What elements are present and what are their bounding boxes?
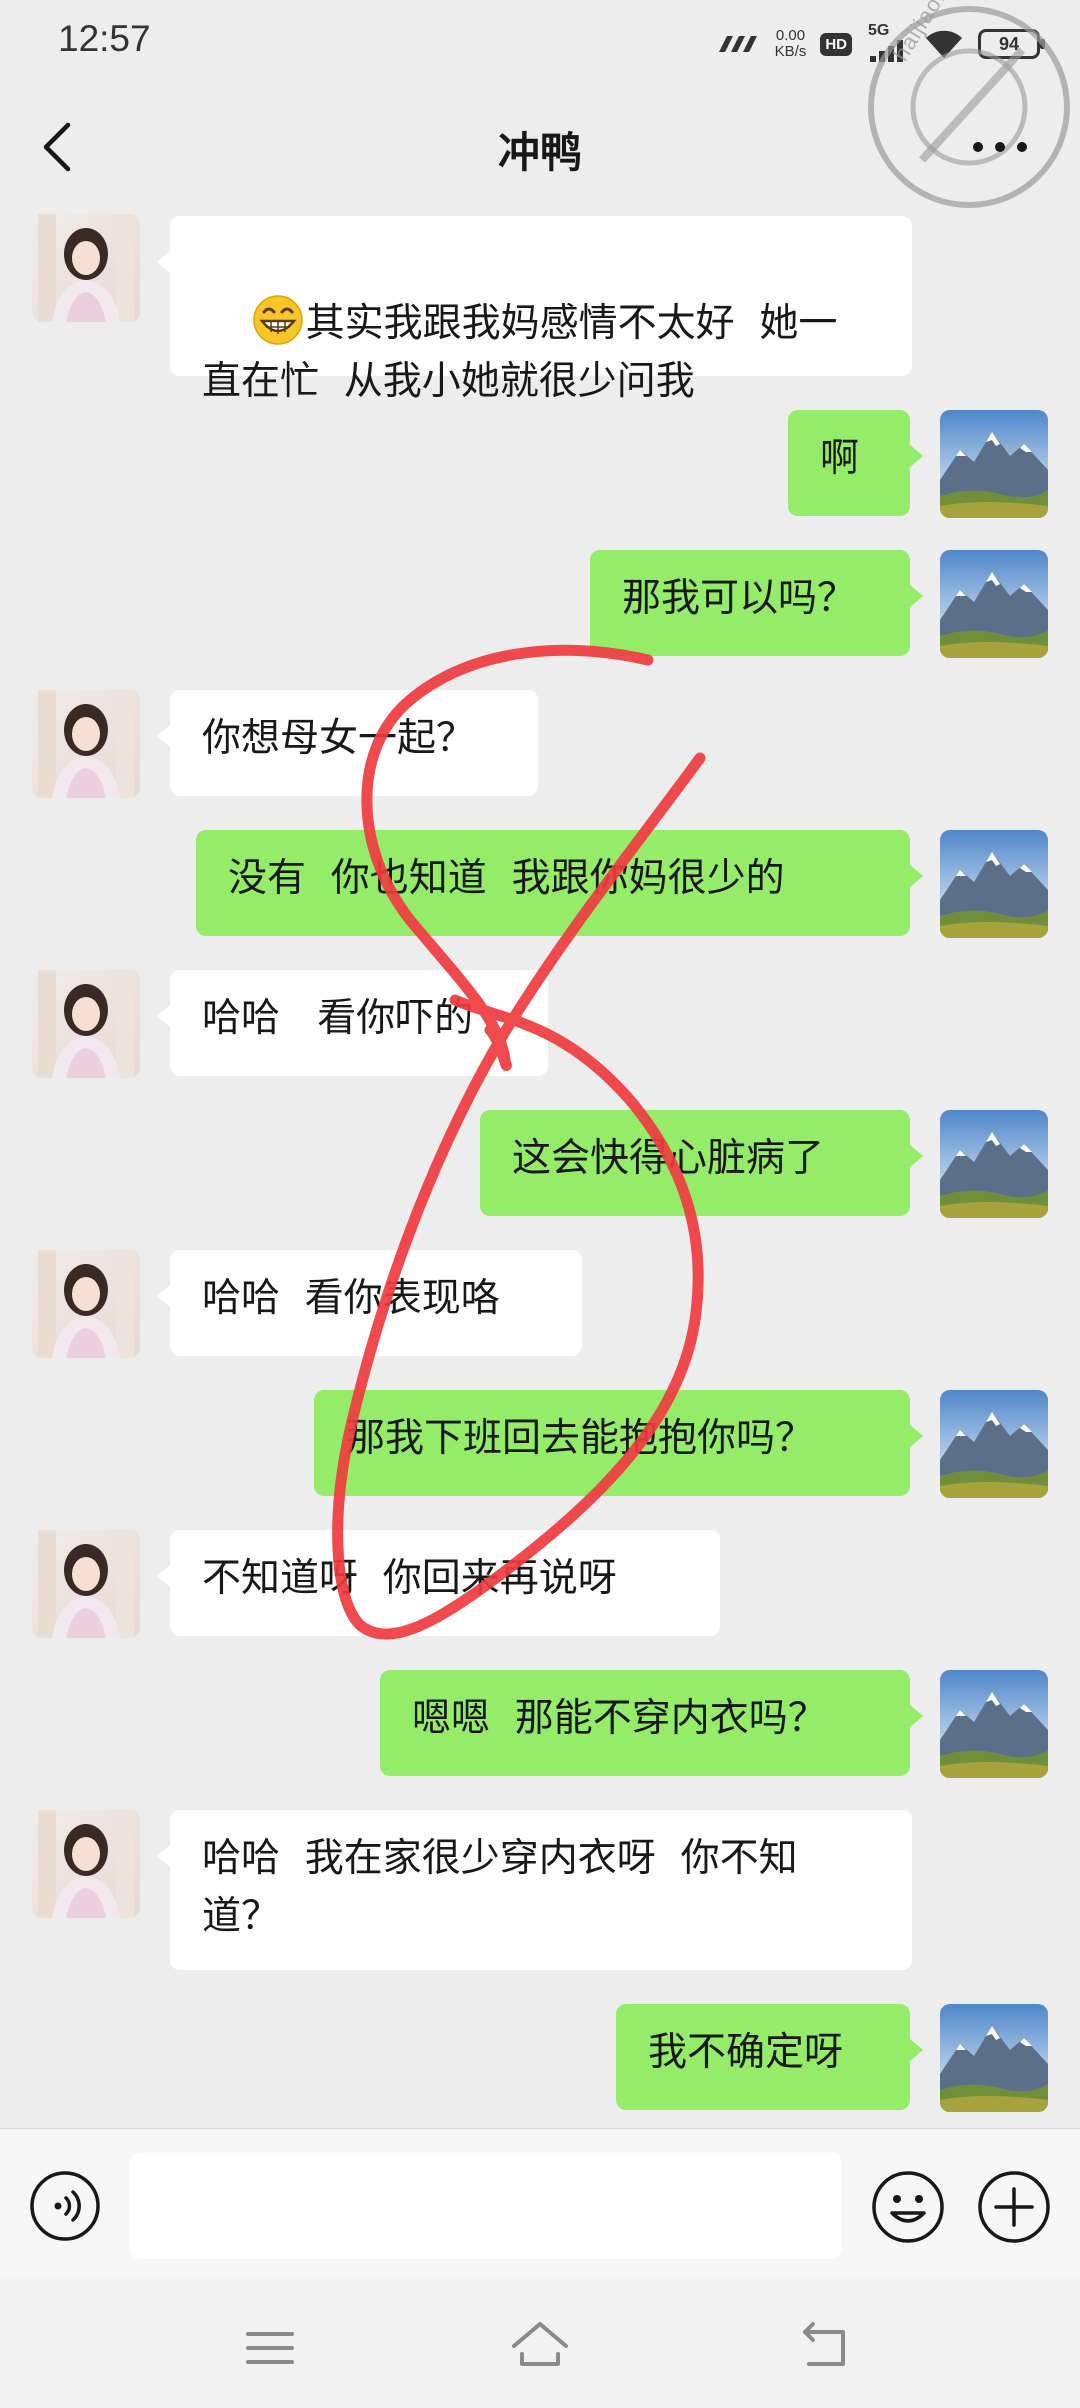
chat-header: 冲鸭 xyxy=(0,85,1080,213)
back-nav-icon[interactable] xyxy=(795,2314,855,2378)
network-speed-value: 0.00 xyxy=(775,27,806,44)
message-bubble-incoming[interactable]: 其实我跟我妈感情不太好 她一 直在忙 从我小她就很少问我 xyxy=(157,216,912,404)
contact-avatar[interactable] xyxy=(32,690,140,798)
message-text: 你想母女一起？ xyxy=(202,716,476,761)
my-avatar[interactable] xyxy=(940,830,1048,938)
contact-avatar[interactable] xyxy=(32,1530,140,1638)
contact-avatar[interactable] xyxy=(32,1250,140,1358)
status-icons: 0.00 KB/s HD 5G 94 xyxy=(717,22,1045,66)
voice-input-icon[interactable] xyxy=(28,2169,102,2243)
contact-avatar[interactable] xyxy=(32,1810,140,1918)
system-nav-bar xyxy=(0,2278,1080,2408)
input-bar xyxy=(0,2128,1080,2278)
message-bubble-outgoing[interactable]: 那我下班回去能抱抱你吗？ xyxy=(314,1390,923,1496)
home-icon[interactable] xyxy=(508,2314,572,2378)
message-text: 这会快得心脏病了 xyxy=(512,1136,825,1181)
message-text: 啊 xyxy=(820,436,860,481)
message-text: 哈哈 看你吓的 xyxy=(202,996,474,1041)
message-text: 哈哈 我在家很少穿内衣呀 你不知 道？ xyxy=(202,1836,798,1939)
message-bubble-outgoing[interactable]: 啊 xyxy=(788,410,923,516)
message-text: 嗯嗯 那能不穿内衣吗？ xyxy=(412,1696,827,1741)
signal-activity-icon xyxy=(718,36,757,52)
grin-emoji-icon xyxy=(252,295,303,345)
message-bubble-outgoing[interactable]: 那我可以吗？ xyxy=(590,550,923,656)
menu-icon[interactable] xyxy=(240,2318,300,2378)
message-bubble-outgoing[interactable]: 这会快得心脏病了 xyxy=(480,1110,923,1216)
message-text: 没有 你也知道 我跟你妈很少的 xyxy=(228,856,785,901)
message-text: 那我下班回去能抱抱你吗？ xyxy=(346,1416,815,1461)
network-speed: 0.00 KB/s xyxy=(775,28,807,60)
my-avatar[interactable] xyxy=(940,2004,1048,2112)
status-time: 12:57 xyxy=(58,18,151,59)
message-bubble-outgoing[interactable]: 没有 你也知道 我跟你妈很少的 xyxy=(196,830,923,936)
emoji-icon[interactable] xyxy=(870,2169,946,2245)
my-avatar[interactable] xyxy=(940,1390,1048,1498)
contact-avatar[interactable] xyxy=(32,214,140,322)
my-avatar[interactable] xyxy=(940,1110,1048,1218)
network-speed-unit: KB/s xyxy=(774,43,807,60)
my-avatar[interactable] xyxy=(940,1670,1048,1778)
more-options-icon[interactable] xyxy=(960,127,1040,167)
message-text: 哈哈 看你表现咯 xyxy=(202,1276,500,1321)
message-bubble-incoming[interactable]: 不知道呀 你回来再说呀 xyxy=(157,1530,720,1636)
plus-icon[interactable] xyxy=(976,2169,1052,2245)
my-avatar[interactable] xyxy=(940,550,1048,658)
message-bubble-incoming[interactable]: 哈哈 我在家很少穿内衣呀 你不知 道？ xyxy=(157,1810,912,1970)
message-bubble-incoming[interactable]: 你想母女一起？ xyxy=(157,690,538,796)
chat-title: 冲鸭 xyxy=(497,128,582,177)
network-type-label: 5G xyxy=(868,22,890,39)
message-bubble-outgoing[interactable]: 嗯嗯 那能不穿内衣吗？ xyxy=(380,1670,923,1776)
battery-indicator: 94 xyxy=(978,29,1045,59)
message-bubble-incoming[interactable]: 哈哈 看你表现咯 xyxy=(157,1250,582,1356)
message-text: 那我可以吗？ xyxy=(622,576,857,621)
my-avatar[interactable] xyxy=(940,410,1048,518)
message-bubble-outgoing[interactable]: 我不确定呀 xyxy=(616,2004,923,2110)
message-text: 不知道呀 你回来再说呀 xyxy=(202,1556,617,1601)
contact-avatar[interactable] xyxy=(32,970,140,1078)
message-text: 我不确定呀 xyxy=(648,2030,844,2075)
message-bubble-incoming[interactable]: 哈哈 看你吓的 xyxy=(157,970,548,1076)
message-input[interactable] xyxy=(130,2153,842,2259)
hd-badge: HD xyxy=(820,32,852,56)
